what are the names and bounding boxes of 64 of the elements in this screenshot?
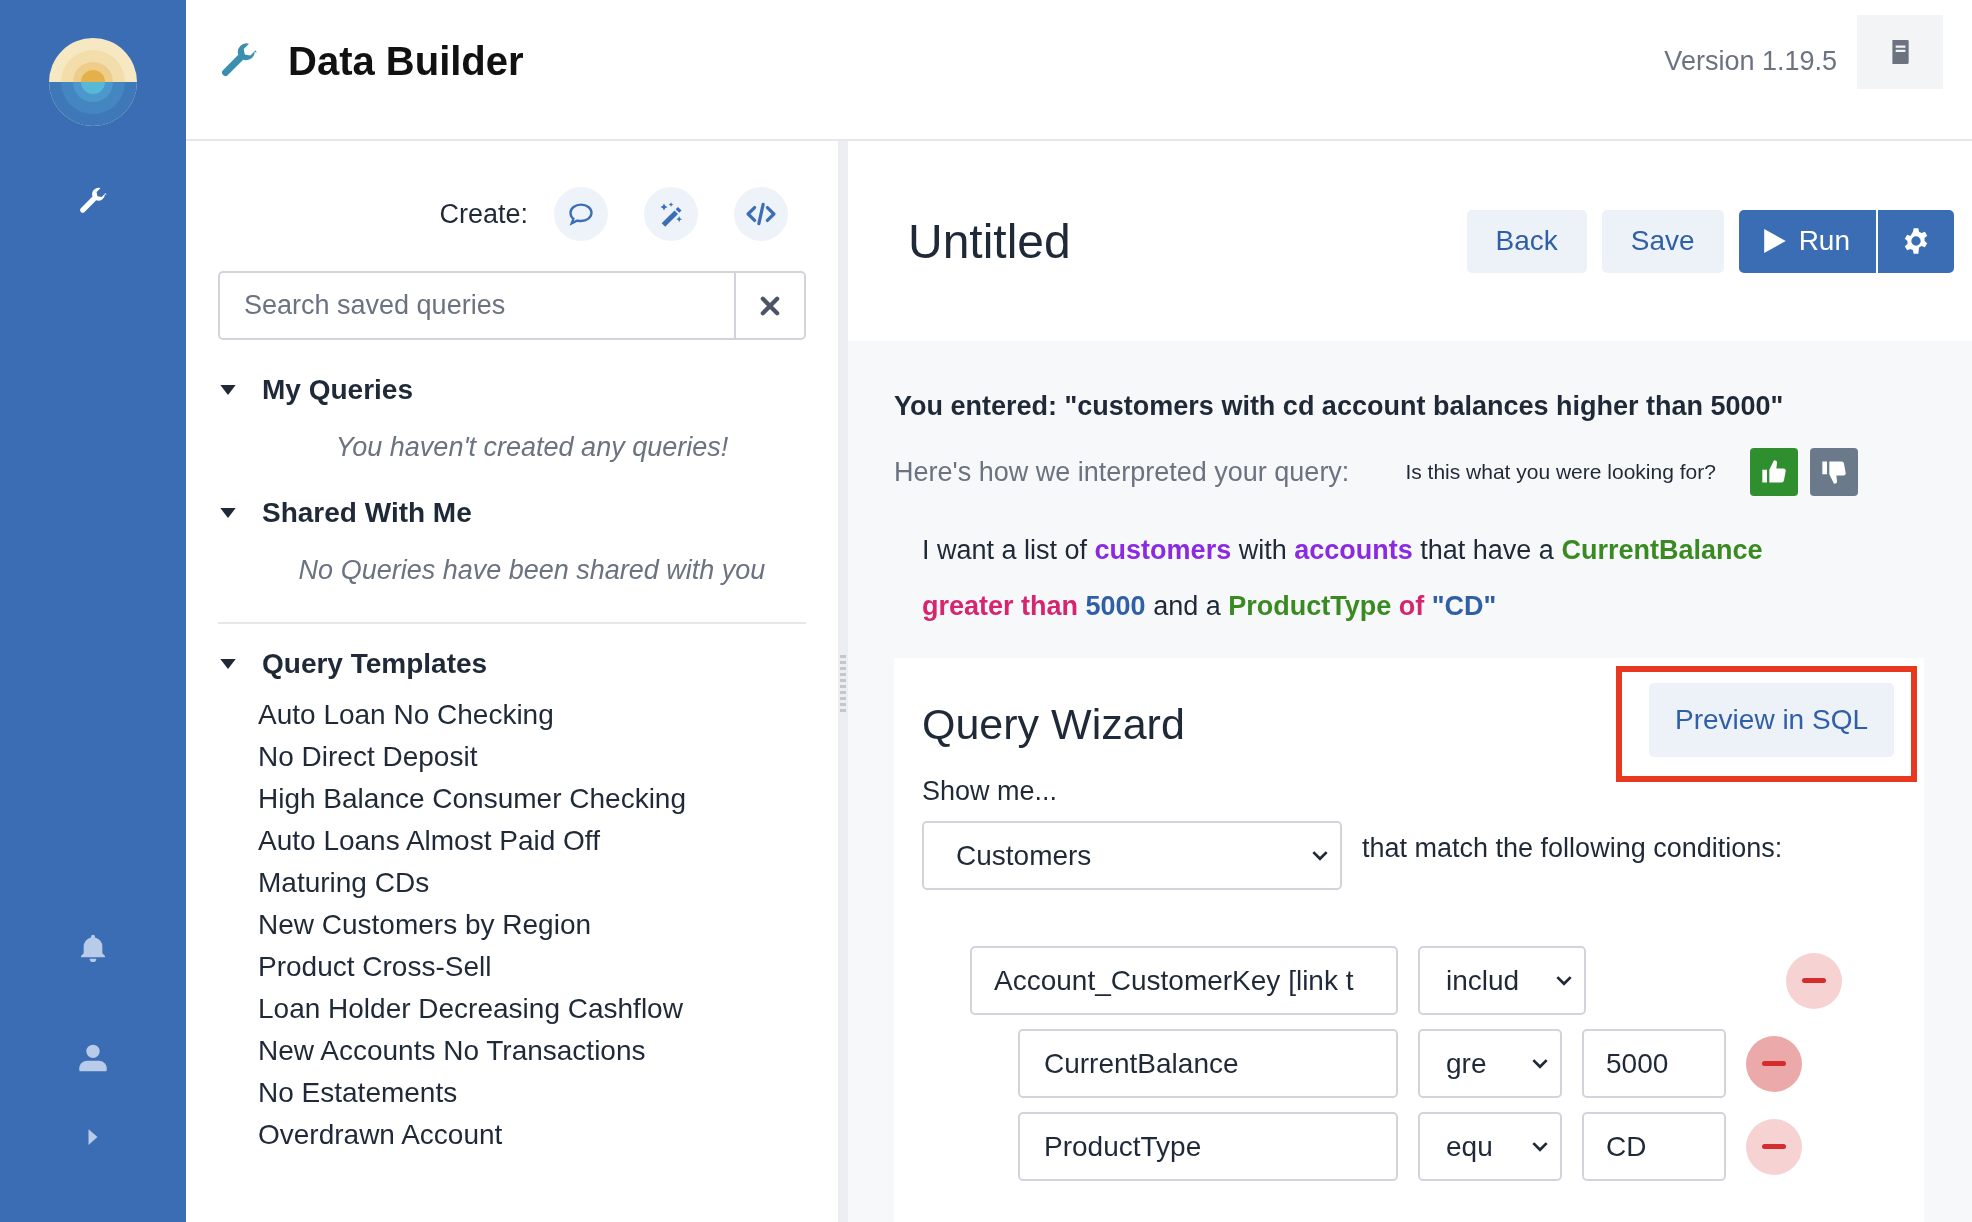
template-item[interactable]: No Estatements (258, 1072, 458, 1114)
template-item[interactable]: Auto Loans Almost Paid Off (258, 820, 600, 862)
template-item[interactable]: Overdrawn Account (258, 1114, 503, 1156)
entered-query-text: You entered: "customers with cd account balances higher than 5000" (894, 391, 1785, 422)
chevron-down-icon (1312, 850, 1328, 861)
condition-field[interactable]: ProductType (1018, 1112, 1398, 1181)
preview-sql-button[interactable]: Preview in SQL (1649, 683, 1894, 757)
section-title: My Queries (262, 374, 413, 406)
section-title: Query Templates (262, 648, 488, 680)
condition-field[interactable]: CurrentBalance (1018, 1029, 1398, 1098)
template-item[interactable]: No Direct Deposit (258, 736, 478, 778)
app-title: Data Builder (288, 39, 524, 84)
grip-icon[interactable] (840, 655, 846, 715)
play-icon (1762, 227, 1787, 255)
feedback-question: Is this what you were looking for? (1405, 460, 1716, 484)
user-icon[interactable] (77, 1042, 109, 1074)
section-toggle[interactable]: Query Templates (218, 648, 806, 680)
wizard-title: Query Wizard (922, 699, 1185, 749)
search-field[interactable]: Search saved queries (218, 271, 734, 340)
interpretation-label: Here's how we interpreted your query: (894, 456, 1350, 488)
show-me-label: Show me... (922, 776, 1059, 807)
template-item[interactable]: Product Cross-Sell (258, 946, 492, 988)
empty-message: You haven't created any queries! (334, 432, 730, 463)
operator-select[interactable]: gre (1418, 1029, 1562, 1098)
create-label: Create: (439, 198, 528, 230)
empty-message: No Queries have been shared with you (297, 555, 767, 586)
template-item[interactable]: High Balance Consumer Checking (258, 778, 686, 820)
clear-search-button[interactable] (734, 271, 806, 340)
entity-select[interactable]: Customers (922, 821, 1342, 890)
minus-icon (1762, 1143, 1786, 1150)
query-title: Untitled (908, 213, 1071, 269)
section-toggle[interactable]: Shared With Me (218, 497, 806, 529)
sun-logo-icon[interactable] (49, 38, 137, 126)
match-label: that match the following conditions: (1362, 833, 1783, 864)
value-field[interactable]: CD (1582, 1112, 1726, 1181)
chevron-down-icon (1532, 1058, 1548, 1069)
toolbar-button[interactable]: Save (1601, 209, 1724, 273)
toolbar-button[interactable]: Back (1466, 209, 1587, 273)
interpreted-sentence: I want a list of customers with accounts that have a CurrentBalance greater than 5000 and a ProductType of "CD" (921, 534, 1764, 623)
section-title: Shared With Me (262, 497, 472, 529)
settings-icon (1902, 227, 1930, 255)
template-item[interactable]: New Customers by Region (258, 904, 592, 946)
template-item[interactable]: Loan Holder Decreasing Cashflow (258, 988, 683, 1030)
minus-icon (1802, 977, 1826, 984)
chevron-down-icon (1532, 1141, 1548, 1152)
value-field[interactable]: 5000 (1582, 1029, 1726, 1098)
thumbs-down-button[interactable] (1809, 448, 1858, 496)
operator-select[interactable]: includ (1418, 946, 1586, 1015)
operator-select[interactable]: equ (1418, 1112, 1562, 1181)
chevron-down-icon (1556, 975, 1572, 986)
close-icon (760, 295, 780, 316)
minus-icon (1762, 1060, 1786, 1067)
version-label: Version 1.19.5 (1664, 46, 1837, 77)
docs-button[interactable] (1857, 14, 1943, 89)
template-item[interactable]: New Accounts No Transactions (258, 1030, 646, 1072)
book-icon (1889, 38, 1911, 65)
section-toggle[interactable]: My Queries (218, 374, 806, 406)
thumbs-up-icon (1759, 458, 1788, 486)
caret-right-icon[interactable] (87, 1128, 99, 1146)
template-item[interactable]: Maturing CDs (258, 862, 430, 904)
thumbs-up-button[interactable] (1749, 448, 1798, 496)
template-item[interactable]: Auto Loan No Checking (258, 694, 554, 736)
code-icon (746, 200, 776, 228)
condition-field[interactable]: Account_CustomerKey [link t (970, 946, 1398, 1015)
